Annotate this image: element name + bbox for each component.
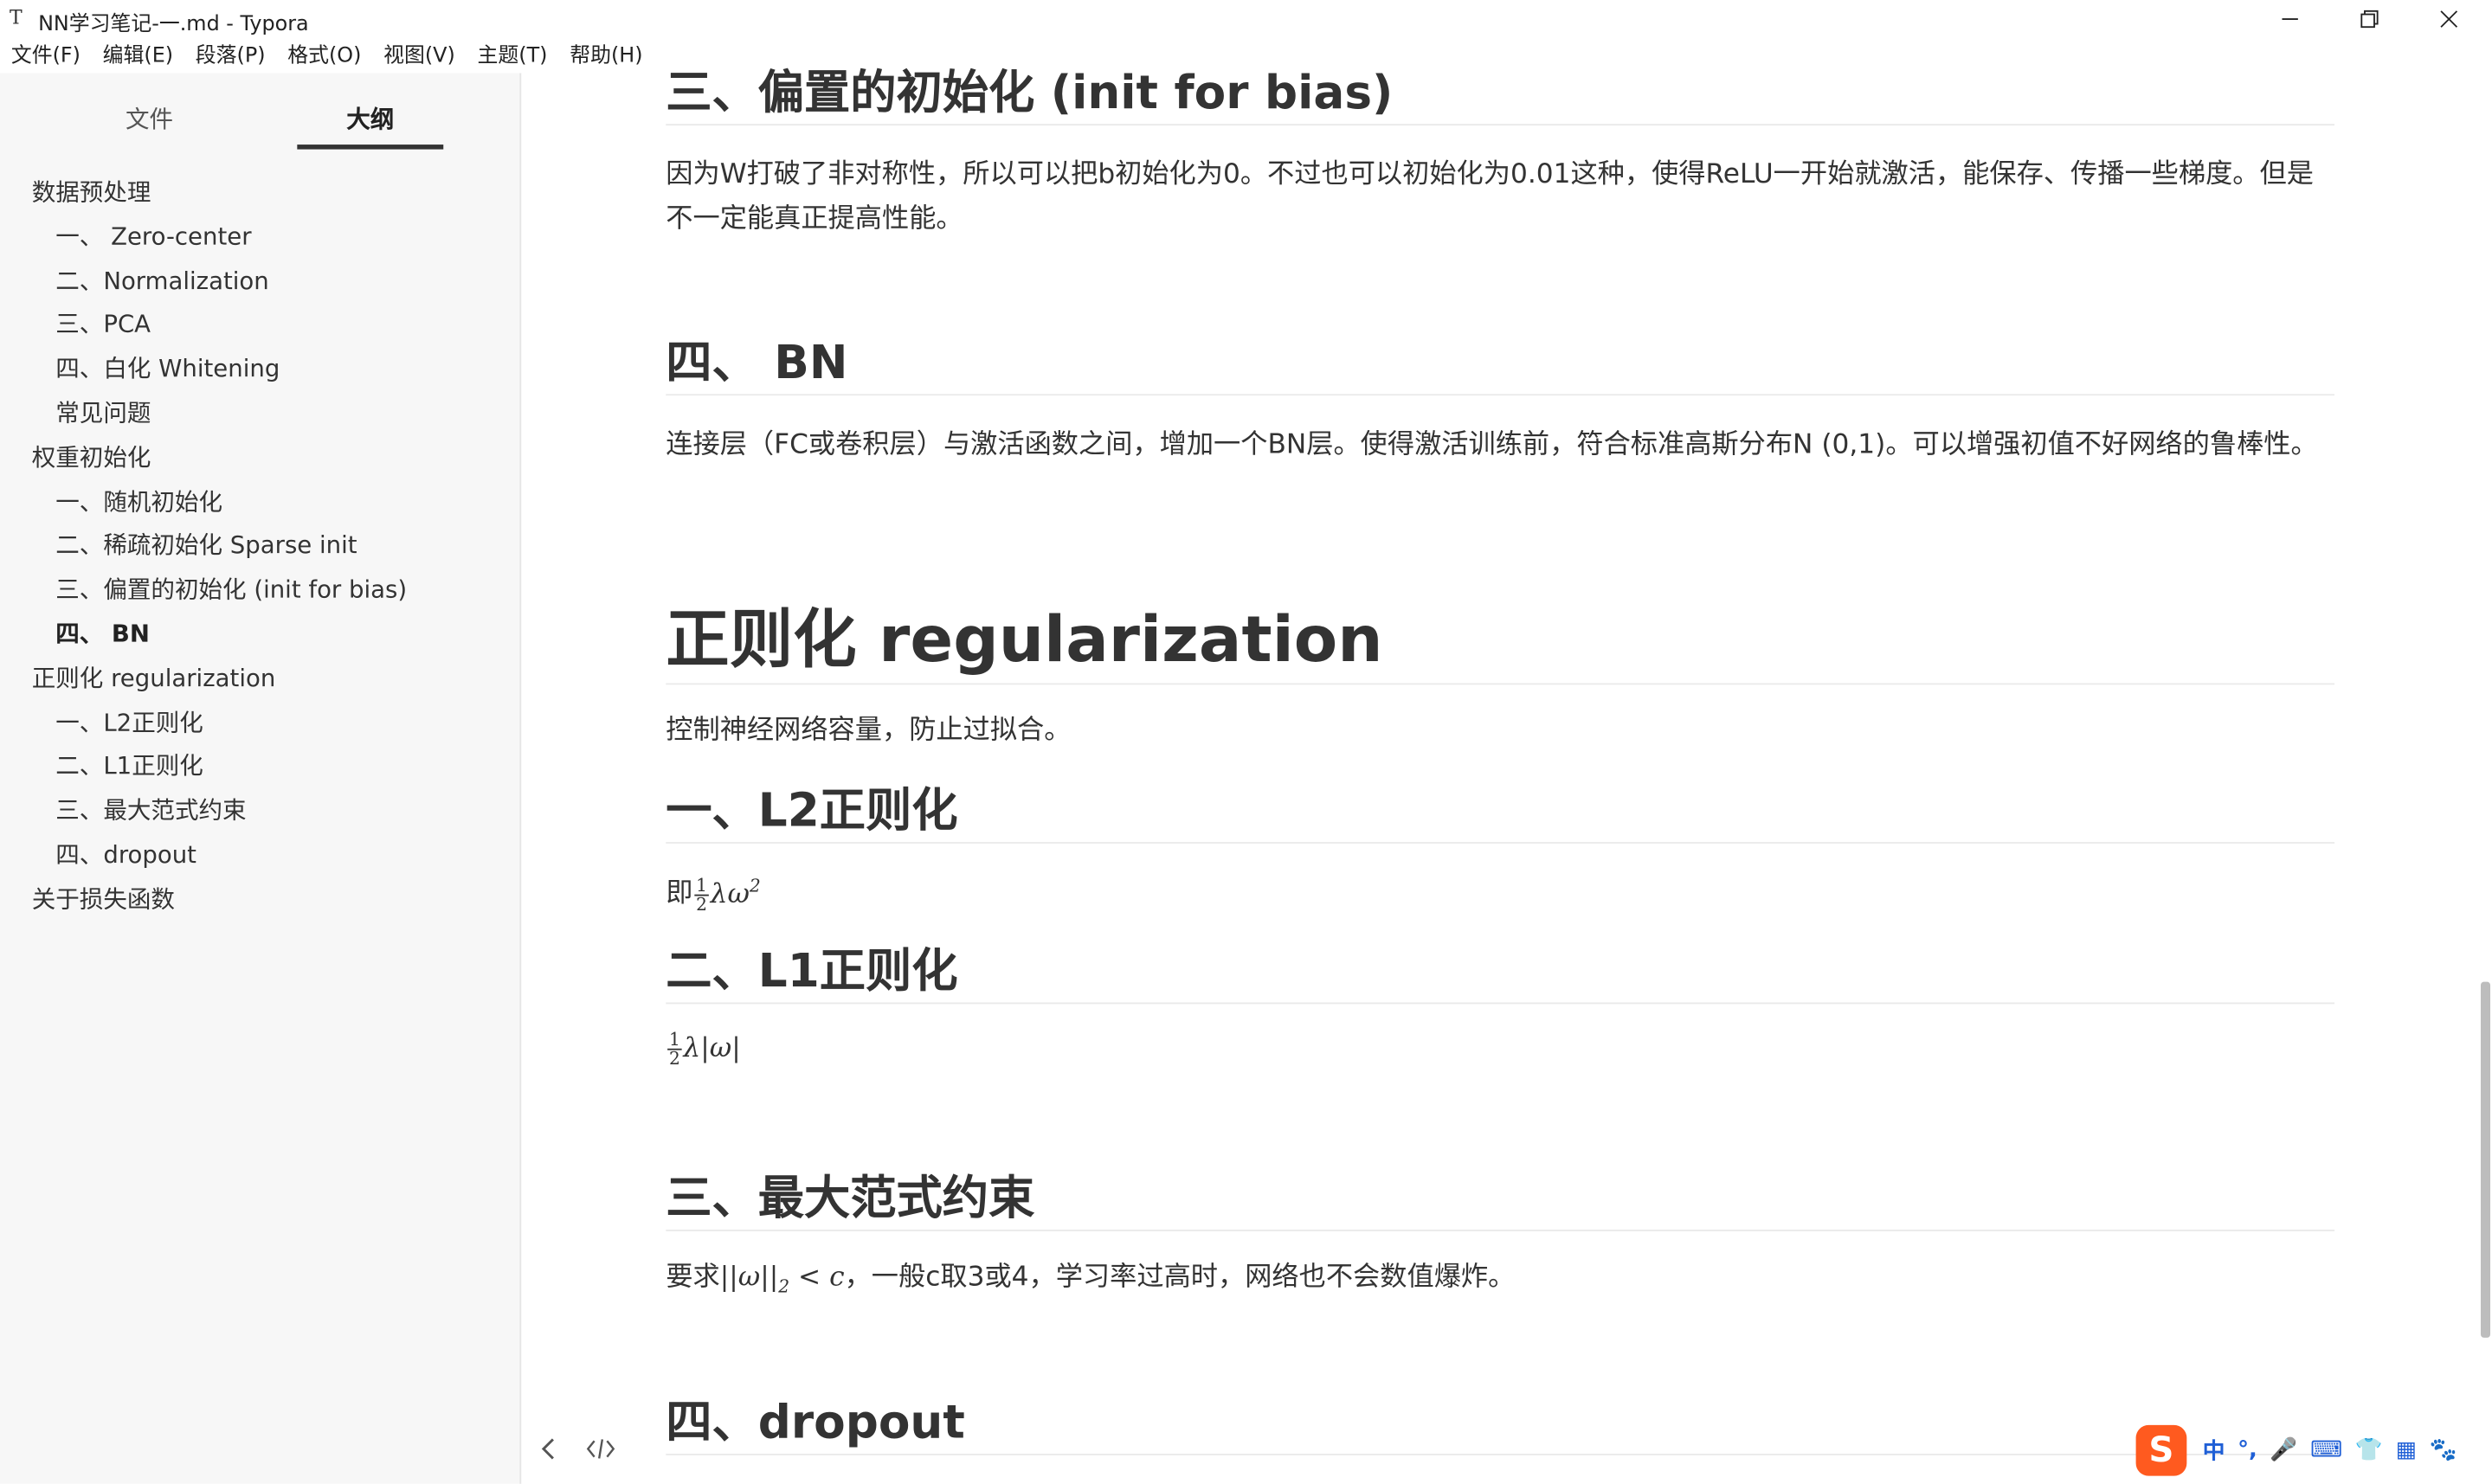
- max-norm-suffix: ，一般c取3或4，学习率过高时，网络也不会数值爆炸。: [844, 1261, 1516, 1294]
- menu-item[interactable]: 编辑(E): [92, 42, 184, 74]
- max-norm-bound: < c: [789, 1261, 845, 1294]
- heading-dropout: 四、dropout: [666, 1393, 2335, 1455]
- active-tab-indicator: [297, 145, 444, 150]
- heading-l2: 一、L2正则化: [666, 781, 2335, 844]
- max-norm-formula: ||ω||2 < c: [719, 1261, 845, 1297]
- sogou-logo-icon[interactable]: S: [2135, 1424, 2187, 1476]
- typora-app-icon: T: [10, 6, 23, 29]
- outline-item[interactable]: 一、随机初始化: [0, 481, 519, 525]
- l2-formula: 1 2 λω2: [692, 875, 761, 913]
- paragraph-l1-formula: 1 2 λ|ω|: [666, 1026, 2334, 1070]
- outline-item[interactable]: 二、Normalization: [0, 260, 519, 304]
- heading-bn: 四、 BN: [666, 334, 2335, 396]
- minimize-button[interactable]: [2253, 0, 2326, 38]
- heading-bias-init: 三、偏置的初始化 (init for bias): [666, 63, 2335, 126]
- ime-punctuation-icon[interactable]: °,: [2238, 1438, 2257, 1463]
- outline-item[interactable]: 二、稀疏初始化 Sparse init: [0, 525, 519, 569]
- close-button[interactable]: [2412, 0, 2485, 38]
- heading-l1: 二、L1正则化: [666, 942, 2335, 1005]
- outline-item[interactable]: 一、L2正则化: [0, 702, 519, 746]
- max-norm-expression: ||ω||: [719, 1261, 779, 1294]
- close-icon: [2440, 10, 2458, 28]
- sidebar-footer: [0, 1414, 519, 1484]
- ime-toolbox-icon[interactable]: ▦: [2396, 1438, 2417, 1463]
- l1-formula: 1 2 λ|ω|: [666, 1031, 741, 1068]
- window-title: NN学习笔记-一.md - Typora: [38, 12, 309, 37]
- l1-frac-numerator: 1: [667, 1029, 682, 1050]
- scrollbar-thumb[interactable]: [2480, 981, 2491, 1338]
- outline-item[interactable]: 关于损失函数: [0, 878, 519, 922]
- restore-button[interactable]: [2333, 0, 2405, 38]
- heading-regularization: 正则化 regularization: [666, 601, 2335, 685]
- ime-microphone-icon[interactable]: 🎤: [2270, 1438, 2297, 1463]
- menu-item[interactable]: 视图(V): [372, 42, 466, 74]
- max-norm-prefix: 要求: [666, 1261, 720, 1294]
- l1-expression: λ|ω|: [683, 1032, 741, 1065]
- l1-frac-denominator: 2: [668, 1048, 680, 1070]
- outline-item[interactable]: 三、PCA: [0, 304, 519, 348]
- minimize-icon: [2282, 18, 2298, 20]
- sidebar: 文件 大纲 数据预处理 一、 Zero-center 二、Normalization…: [0, 73, 522, 1484]
- outline-item[interactable]: 三、偏置的初始化 (init for bias): [0, 569, 519, 614]
- l2-prefix: 即: [666, 877, 693, 910]
- outline-item[interactable]: 常见问题: [0, 392, 519, 436]
- restore-icon: [2360, 10, 2379, 29]
- outline-list: 数据预处理 一、 Zero-center 二、Normalization 三、PCA 四…: [0, 171, 519, 922]
- menu-item[interactable]: 段落(P): [184, 42, 276, 74]
- paragraph-l2-formula: 即 1 2 λω2: [666, 864, 2334, 916]
- menu-item[interactable]: 文件(F): [0, 42, 92, 74]
- paragraph-bn: 连接层（FC或卷积层）与激活函数之间，增加一个BN层。使得激活训练前，符合标准高…: [666, 428, 2318, 461]
- l2-frac-numerator: 1: [694, 875, 709, 896]
- ime-keyboard-icon[interactable]: ⌨: [2310, 1438, 2342, 1463]
- outline-item[interactable]: 四、 BN: [0, 614, 519, 658]
- outline-item[interactable]: 四、dropout: [0, 834, 519, 878]
- paragraph-bias-init: 因为W打破了非对称性，所以可以把b初始化为0。不过也可以初始化为0.01这种，使…: [666, 158, 2314, 235]
- outline-item[interactable]: 正则化 regularization: [0, 658, 519, 702]
- outline-item[interactable]: 权重初始化: [0, 436, 519, 480]
- menu-item[interactable]: 格式(O): [276, 42, 372, 74]
- l2-expression: λω: [710, 877, 750, 910]
- l2-exponent: 2: [749, 875, 761, 896]
- editor-pane[interactable]: 三、偏置的初始化 (init for bias) 因为W打破了非对称性，所以可以…: [521, 38, 2492, 1484]
- paragraph-max-norm: 要求||ω||2 < c，一般c取3或4，学习率过高时，网络也不会数值爆炸。: [666, 1255, 2334, 1309]
- editor-scrollbar[interactable]: [2479, 38, 2492, 1484]
- outline-item[interactable]: 数据预处理: [0, 171, 519, 215]
- title-bar: T NN学习笔记-一.md - Typora: [0, 0, 2492, 39]
- typora-window: T NN学习笔记-一.md - Typora 文件(F) 编辑(E) 段落(P) 格式…: [0, 0, 2492, 1484]
- outline-item[interactable]: 一、 Zero-center: [0, 215, 519, 260]
- outline-item[interactable]: 三、最大范式约束: [0, 790, 519, 834]
- heading-max-norm: 三、最大范式约束: [666, 1169, 2335, 1231]
- outline-item[interactable]: 二、L1正则化: [0, 746, 519, 790]
- paragraph-regularization: 控制神经网络容量，防止过拟合。: [666, 715, 1072, 747]
- ime-skin-icon[interactable]: 👕: [2355, 1438, 2383, 1463]
- max-norm-subscript: 2: [778, 1276, 790, 1297]
- outline-item[interactable]: 四、白化 Whitening: [0, 348, 519, 392]
- tab-outline[interactable]: 大纲: [297, 102, 443, 150]
- ime-chinese-mode[interactable]: 中: [2203, 1435, 2225, 1467]
- ime-toolbar[interactable]: S 中 °, 🎤 ⌨ 👕 ▦ 🐾: [2135, 1423, 2489, 1477]
- l2-frac-denominator: 2: [696, 894, 708, 915]
- l1-fraction: 12: [667, 1031, 682, 1068]
- tab-files[interactable]: 文件: [76, 102, 222, 150]
- l2-fraction: 12: [694, 877, 709, 913]
- ime-mascot-icon[interactable]: 🐾: [2430, 1438, 2457, 1463]
